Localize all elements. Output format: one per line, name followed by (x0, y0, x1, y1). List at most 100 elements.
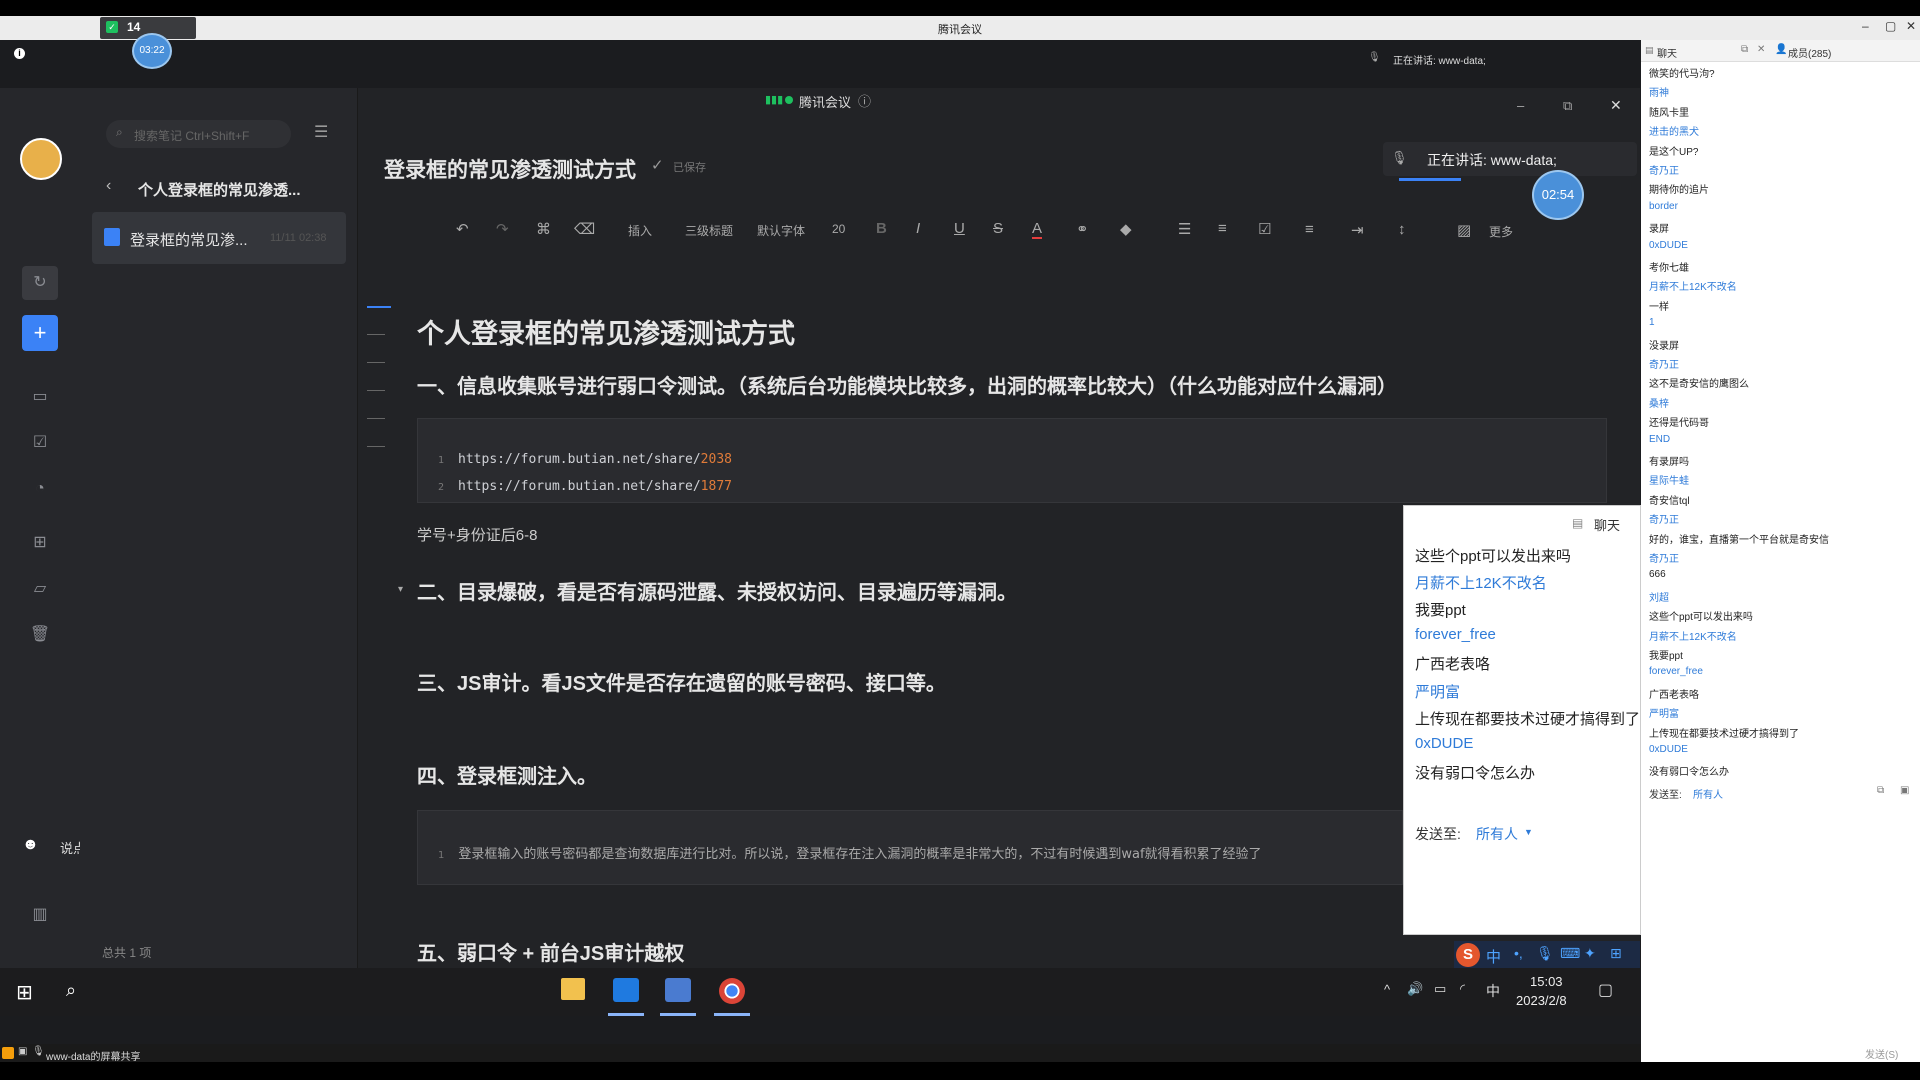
doc-list-item[interactable]: 登录框的常见渗... 11/11 02:38 (92, 212, 346, 264)
send-to-select[interactable]: 所有人 (1476, 824, 1518, 844)
meeting-app-icon[interactable] (613, 978, 639, 1002)
chat-message: 还得是代码哥 (1649, 418, 1709, 430)
voice-icon[interactable]: 🎙 (1536, 945, 1554, 962)
doc-title[interactable]: 登录框的常见渗透测试方式 (384, 154, 636, 184)
outline-mark[interactable] (367, 362, 385, 363)
saved-icon: ✓ (651, 157, 664, 174)
strike-icon[interactable]: S (993, 220, 1003, 237)
screenshot-icon[interactable]: ▣ (1900, 785, 1909, 796)
code-block-2[interactable]: 1 登录框输入的账号密码都是查询数据库进行比对。所以说，登录框存在注入漏洞的概率是… (417, 810, 1403, 885)
section-4: 四、登录框测注入。 (417, 766, 597, 788)
tab-chat[interactable]: 聊天 (1657, 45, 1677, 60)
close-tab-icon[interactable]: ✕ (1757, 44, 1765, 55)
send-button[interactable]: 发送(S) (1865, 1046, 1898, 1061)
inner-minimize-icon[interactable]: – (1517, 98, 1524, 113)
file-icon[interactable]: ⧉ (1877, 785, 1884, 796)
inner-close-icon[interactable]: ✕ (1610, 97, 1622, 114)
notes-app-icon[interactable] (665, 978, 691, 1002)
tab-members[interactable]: 成员(285) (1788, 45, 1831, 60)
eraser-icon[interactable]: ⌫ (574, 220, 595, 238)
avatar[interactable] (20, 138, 62, 180)
heading-menu[interactable]: 三级标题 (685, 222, 733, 239)
outline-mark[interactable] (367, 306, 391, 308)
back-icon[interactable]: ‹ (106, 177, 111, 195)
ime-indicator[interactable]: 中 (1486, 981, 1500, 1001)
size-menu[interactable]: 20 (832, 222, 845, 236)
keyboard-icon[interactable]: ⌨ (1560, 945, 1580, 962)
emoji-icon[interactable]: ☻ (22, 836, 39, 854)
format-painter-icon[interactable]: ⌘ (536, 220, 551, 238)
undo-icon[interactable]: ↶ (456, 220, 469, 238)
redo-icon[interactable]: ↷ (496, 220, 509, 238)
insert-menu[interactable]: 插入 (628, 222, 652, 239)
search-input[interactable]: ⌕ 搜索笔记 Ctrl+Shift+F (106, 120, 291, 148)
font-color-icon[interactable]: A (1032, 220, 1043, 239)
skin-icon[interactable]: ✦ (1584, 945, 1596, 962)
line-height-icon[interactable]: ↕ (1398, 221, 1406, 238)
sogou-icon[interactable]: S (1456, 943, 1480, 967)
highlight-icon[interactable]: ◆ (1120, 220, 1132, 238)
calendar-icon[interactable]: ▭ (28, 385, 52, 409)
user-icon (2, 1047, 14, 1059)
task-icon[interactable]: ☑ (28, 431, 52, 455)
info-icon[interactable]: i (14, 48, 25, 59)
tray-chevron-icon[interactable]: ^ (1384, 982, 1390, 997)
link-icon[interactable]: ⚭ (1076, 220, 1089, 238)
code-block-1[interactable]: 1 https://forum.butian.net/share/2038 2 ht… (417, 418, 1607, 503)
inner-restore-icon[interactable]: ⧉ (1563, 98, 1572, 114)
volume-icon[interactable]: 🔊 (1407, 981, 1423, 997)
numbered-list-icon[interactable]: ≡ (1218, 220, 1227, 237)
font-menu[interactable]: 默认字体 (757, 222, 805, 239)
chrome-icon[interactable] (719, 978, 745, 1004)
send-to-select[interactable]: 所有人 (1693, 786, 1723, 801)
collapse-arrow-icon[interactable]: ▾ (398, 584, 403, 595)
folder-icon[interactable]: ▱ (28, 577, 52, 601)
shade-icon[interactable]: ▨ (1457, 221, 1471, 239)
chevron-down-icon[interactable]: ▼ (1524, 827, 1533, 837)
align-icon[interactable]: ≡ (1305, 221, 1314, 238)
timer-bubble[interactable]: 03:22 (132, 33, 172, 69)
chat-message: 广西老表咯 (1649, 689, 1699, 701)
underline-icon[interactable]: U (954, 220, 965, 237)
chat-message: 一样 (1649, 301, 1669, 313)
send-to-label: 发送至: (1415, 826, 1461, 842)
ime-toolbar[interactable]: S 中 •, 🎙 ⌨ ✦ ⊞ (1454, 941, 1640, 969)
info-circle-icon[interactable]: ⓘ (858, 91, 871, 110)
outline-mark[interactable] (367, 334, 385, 335)
share-status-bar: ▣ 🎙 www-data的屏幕共享 (0, 1044, 1641, 1063)
close-icon[interactable]: ✕ (1906, 19, 1916, 33)
indent-icon[interactable]: ⇥ (1351, 221, 1364, 239)
chat-message: 没有弱口令怎么办 (1649, 767, 1729, 779)
wifi-icon[interactable]: ◜ (1460, 981, 1465, 997)
bullet-list-icon[interactable]: ☰ (1178, 220, 1191, 238)
clock-date[interactable]: 2023/2/8 (1516, 993, 1567, 1008)
file-explorer-icon[interactable] (561, 978, 585, 1000)
more-menu[interactable]: 更多 (1489, 223, 1513, 240)
filter-icon[interactable]: ☰ (314, 122, 328, 142)
italic-icon[interactable]: I (916, 220, 920, 237)
inner-timer-bubble[interactable]: 02:54 (1532, 170, 1584, 220)
columns-icon[interactable]: ▥ (28, 903, 52, 927)
battery-icon[interactable]: ▭ (1434, 981, 1446, 997)
checkbox-icon[interactable]: ☑ (1258, 220, 1271, 238)
toolbox-icon[interactable]: ⊞ (1610, 945, 1622, 962)
bold-icon[interactable]: B (876, 220, 887, 237)
clock-time[interactable]: 15:03 (1530, 974, 1563, 989)
bell-icon[interactable]: ◔ (28, 477, 52, 501)
trash-icon[interactable]: 🗑 (28, 623, 52, 647)
popout-icon[interactable]: ⧉ (1741, 44, 1748, 55)
minimize-icon[interactable]: – (1862, 19, 1869, 33)
search-icon[interactable]: ⌕ (66, 980, 76, 1001)
notification-icon[interactable]: ▢ (1598, 980, 1613, 1000)
windows-start-icon[interactable]: ⊞ (16, 980, 33, 1005)
running-indicator (608, 1013, 644, 1016)
apps-icon[interactable]: ⊞ (28, 531, 52, 555)
add-icon[interactable]: + (22, 315, 58, 351)
outline-mark[interactable] (367, 418, 385, 419)
outline-mark[interactable] (367, 390, 385, 391)
punct-icon[interactable]: •, (1514, 945, 1523, 961)
ime-mode[interactable]: 中 (1486, 946, 1501, 967)
maximize-icon[interactable]: ▢ (1885, 19, 1896, 33)
sync-icon[interactable]: ↻ (22, 266, 58, 300)
outline-mark[interactable] (367, 446, 385, 447)
